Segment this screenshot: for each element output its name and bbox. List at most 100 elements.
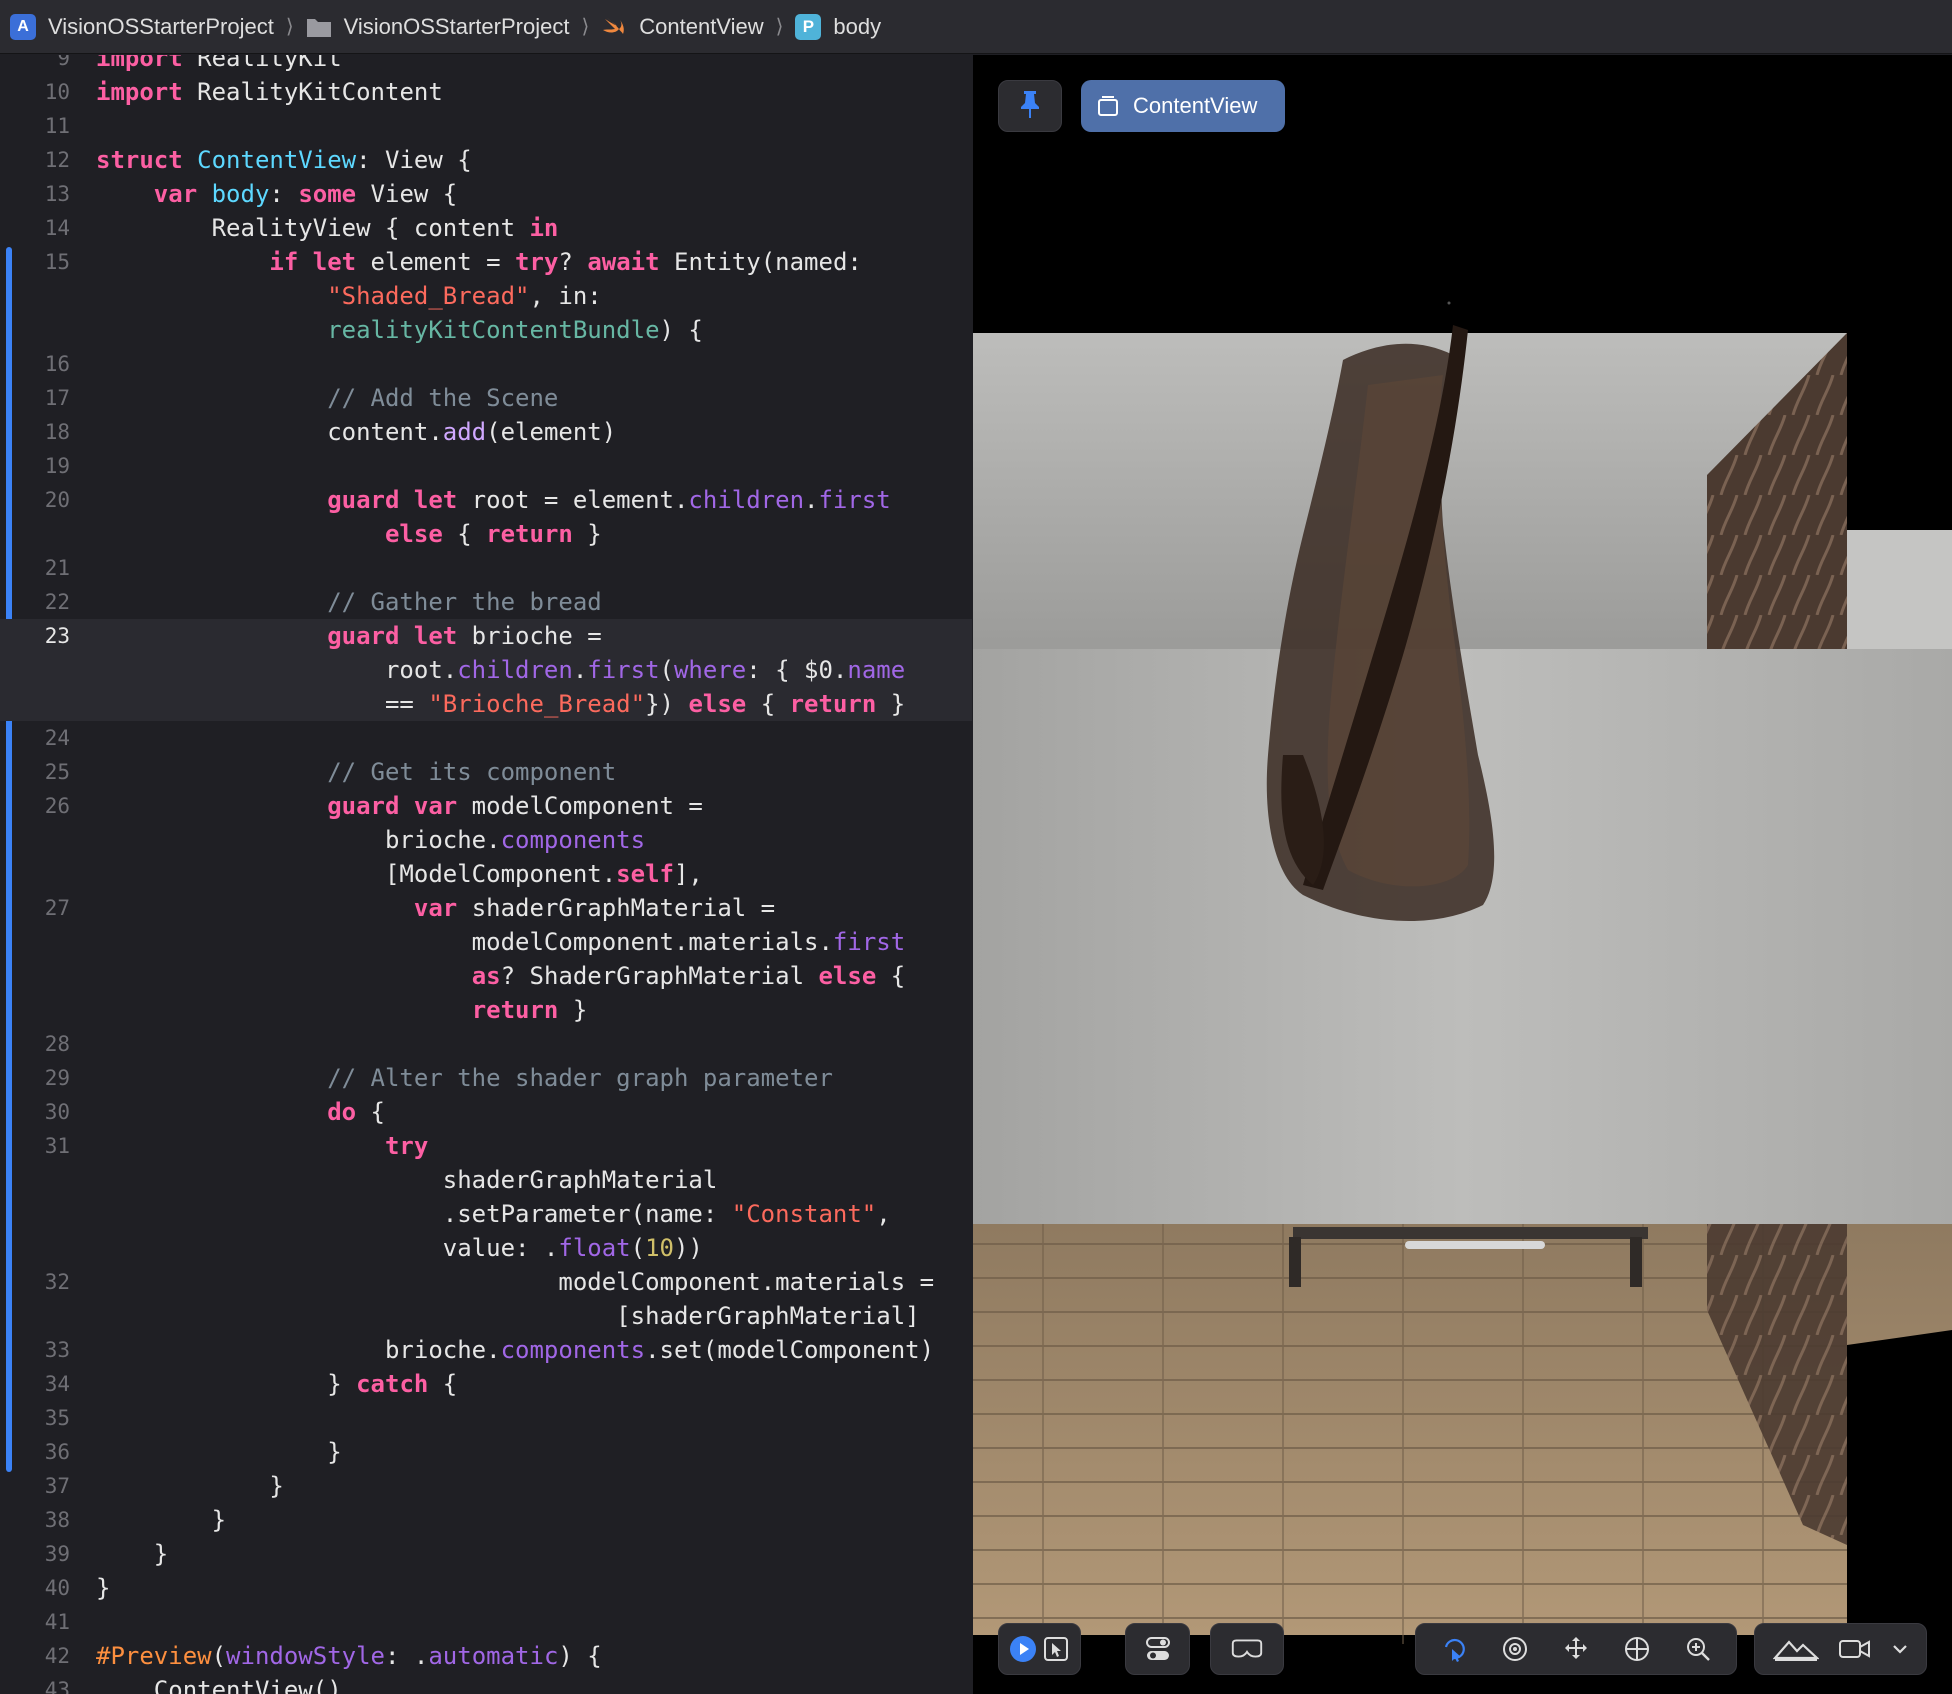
- code-token: modelComponent =: [457, 792, 703, 820]
- code-line[interactable]: 28: [0, 1027, 972, 1061]
- code-line[interactable]: return }: [0, 993, 972, 1027]
- code-text: [ModelComponent.self],: [96, 857, 703, 891]
- code-line[interactable]: 34 } catch {: [0, 1367, 972, 1401]
- code-line[interactable]: value: .float(10)): [0, 1231, 972, 1265]
- zoom-icon[interactable]: [1680, 1631, 1716, 1667]
- code-line[interactable]: 43 ContentView(): [0, 1673, 972, 1694]
- code-line[interactable]: [ModelComponent.self],: [0, 857, 972, 891]
- code-line[interactable]: 41: [0, 1605, 972, 1639]
- code-token: RealityKit: [182, 55, 342, 72]
- code-line[interactable]: 33 brioche.components.set(modelComponent…: [0, 1333, 972, 1367]
- code-line[interactable]: 12 struct ContentView: View {: [0, 143, 972, 177]
- code-line[interactable]: realityKitContentBundle) {: [0, 313, 972, 347]
- camera-icon[interactable]: [1837, 1631, 1873, 1667]
- select-icon[interactable]: [1040, 1631, 1073, 1667]
- code-line[interactable]: 42 #Preview(windowStyle: .automatic) {: [0, 1639, 972, 1673]
- breadcrumb-project[interactable]: A VisionOSStarterProject: [10, 13, 274, 40]
- code-line[interactable]: 30 do {: [0, 1095, 972, 1129]
- line-number: 13: [44, 182, 70, 206]
- code-line[interactable]: 29 // Alter the shader graph parameter: [0, 1061, 972, 1095]
- environment-icon[interactable]: [1771, 1631, 1821, 1667]
- code-line[interactable]: 13 var body: some View {: [0, 177, 972, 211]
- breadcrumb-file[interactable]: ContentView: [601, 14, 764, 40]
- line-number: 23: [44, 624, 70, 648]
- orbit-icon[interactable]: [1497, 1631, 1533, 1667]
- code-line[interactable]: modelComponent.materials.first: [0, 925, 972, 959]
- code-line[interactable]: 38 }: [0, 1503, 972, 1537]
- preview-scene[interactable]: [973, 55, 1952, 1694]
- variants-button[interactable]: [1125, 1623, 1190, 1675]
- code-token: ],: [673, 860, 703, 888]
- code-line[interactable]: 17 // Add the Scene: [0, 381, 972, 415]
- code-line[interactable]: 16: [0, 347, 972, 381]
- code-line[interactable]: else { return }: [0, 517, 972, 551]
- device-settings-button[interactable]: [1210, 1623, 1284, 1675]
- code-line[interactable]: brioche.components: [0, 823, 972, 857]
- code-token: // Alter the shader graph parameter: [327, 1064, 833, 1092]
- code-line[interactable]: .setParameter(name: "Constant",: [0, 1197, 972, 1231]
- preview-canvas[interactable]: ContentView: [973, 55, 1952, 1694]
- code-text: import RealityKit: [96, 55, 342, 75]
- code-token: some: [298, 180, 357, 208]
- code-line[interactable]: 24: [0, 721, 972, 755]
- code-line[interactable]: 11: [0, 109, 972, 143]
- code-token: value: .: [96, 1234, 559, 1262]
- code-token: name: [847, 656, 906, 684]
- code-line[interactable]: 35: [0, 1401, 972, 1435]
- code-token: ) {: [558, 1642, 602, 1670]
- code-line[interactable]: 39 }: [0, 1537, 972, 1571]
- rotate-icon[interactable]: [1436, 1631, 1472, 1667]
- code-line[interactable]: as? ShaderGraphMaterial else {: [0, 959, 972, 993]
- code-token: 10: [645, 1234, 674, 1262]
- code-line[interactable]: 9 import RealityKit: [0, 55, 972, 75]
- chevron-down-icon[interactable]: [1890, 1631, 1910, 1667]
- code-token: where: [673, 656, 747, 684]
- code-text: value: .float(10)): [96, 1231, 703, 1265]
- preview-tab-contentview[interactable]: ContentView: [1081, 80, 1285, 132]
- code-line[interactable]: 36 }: [0, 1435, 972, 1469]
- code-line[interactable]: 19: [0, 449, 972, 483]
- code-token: : { $0.: [746, 656, 848, 684]
- code-line[interactable]: 23 guard let brioche =: [0, 619, 972, 653]
- code-line[interactable]: root.children.first(where: { $0.name: [0, 653, 972, 687]
- code-text: guard let root = element.children.first: [96, 483, 891, 517]
- code-token: as: [471, 962, 501, 990]
- code-line[interactable]: 27 var shaderGraphMaterial =: [0, 891, 972, 925]
- code-line[interactable]: 14 RealityView { content in: [0, 211, 972, 245]
- chevron-right-icon: ⟩: [581, 16, 590, 38]
- code-editor[interactable]: 9 import RealityKit 10 import RealityKitCon…: [0, 55, 972, 1694]
- code-line[interactable]: 20 guard let root = element.children.fir…: [0, 483, 972, 517]
- pin-preview-button[interactable]: [998, 80, 1062, 132]
- code-token: return: [471, 996, 559, 1024]
- code-line[interactable]: == "Brioche_Bread"}) else { return }: [0, 687, 972, 721]
- code-text: brioche.components: [96, 823, 645, 857]
- code-line[interactable]: 31 try: [0, 1129, 972, 1163]
- code-token: {: [356, 1098, 385, 1126]
- code-line[interactable]: 40}: [0, 1571, 972, 1605]
- line-number: 42: [44, 1644, 70, 1668]
- code-line[interactable]: 15 if let element = try? await Entity(na…: [0, 245, 972, 279]
- code-line[interactable]: 26 guard var modelComponent =: [0, 789, 972, 823]
- code-token: {: [428, 1370, 458, 1398]
- pan-icon[interactable]: [1558, 1631, 1594, 1667]
- breadcrumb-symbol[interactable]: P body: [795, 13, 881, 40]
- code-line[interactable]: 32 modelComponent.materials =: [0, 1265, 972, 1299]
- breadcrumb-folder[interactable]: VisionOSStarterProject: [306, 14, 569, 40]
- code-line[interactable]: 18 content.add(element): [0, 415, 972, 449]
- code-token: await: [587, 248, 660, 276]
- code-token: #Preview: [96, 1642, 212, 1670]
- code-line[interactable]: 37 }: [0, 1469, 972, 1503]
- code-line[interactable]: 25 // Get its component: [0, 755, 972, 789]
- code-line[interactable]: shaderGraphMaterial: [0, 1163, 972, 1197]
- code-line[interactable]: "Shaded_Bread", in:: [0, 279, 972, 313]
- code-line[interactable]: 10 import RealityKitContent: [0, 75, 972, 109]
- code-text: // Add the Scene: [96, 381, 558, 415]
- code-token: ?: [558, 248, 588, 276]
- globe-icon[interactable]: [1619, 1631, 1655, 1667]
- code-line[interactable]: 22 // Gather the bread: [0, 585, 972, 619]
- code-line[interactable]: 21: [0, 551, 972, 585]
- code-line[interactable]: [shaderGraphMaterial]: [0, 1299, 972, 1333]
- live-play-icon[interactable]: [1007, 1631, 1040, 1667]
